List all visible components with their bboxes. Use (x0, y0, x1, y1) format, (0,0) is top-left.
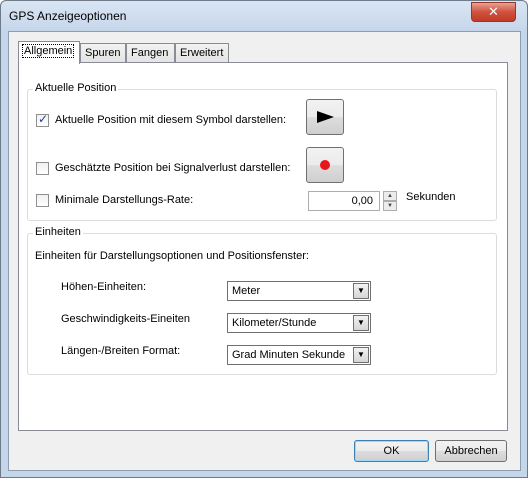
min-rate-input[interactable]: 0,00 ▲ ▼ (308, 191, 397, 211)
chevron-down-icon[interactable]: ▼ (353, 347, 369, 363)
show-symbol-label: Aktuelle Position mit diesem Symbol dars… (55, 114, 287, 126)
speed-units-label: Geschwindigkeits-Eineiten (61, 313, 191, 325)
height-units-label: Höhen-Einheiten: (61, 281, 147, 293)
latlon-format-select[interactable]: Grad Minuten Sekunde ▼ (227, 345, 371, 365)
tab-spuren[interactable]: Spuren (80, 43, 126, 63)
height-units-select[interactable]: Meter ▼ (227, 281, 371, 301)
cancel-button[interactable]: Abbrechen (435, 440, 507, 462)
close-icon: ✕ (488, 4, 499, 19)
spin-up-icon[interactable]: ▲ (383, 191, 397, 201)
min-rate-unit: Sekunden (406, 191, 456, 203)
speed-units-select[interactable]: Kilometer/Stunde ▼ (227, 313, 371, 333)
ok-button[interactable]: OK (354, 440, 429, 462)
speed-units-value: Kilometer/Stunde (232, 317, 317, 329)
latlon-format-label: Längen-/Breiten Format: (61, 345, 181, 357)
estimated-position-checkbox[interactable] (36, 162, 49, 175)
close-button[interactable]: ✕ (471, 2, 516, 22)
estimated-symbol-button[interactable] (306, 147, 344, 183)
group-units: Einheiten Einheiten für Darstellungsopti… (27, 226, 497, 375)
estimated-position-label: Geschätzte Position bei Signalverlust da… (55, 162, 291, 174)
chevron-down-icon[interactable]: ▼ (353, 283, 369, 299)
tab-erweitert[interactable]: Erweitert (175, 43, 229, 63)
group-current-position: Aktuelle Position ✓ Aktuelle Position mi… (27, 82, 497, 221)
min-rate-label: Minimale Darstellungs-Rate: (55, 194, 194, 206)
red-dot-icon (320, 160, 330, 170)
dialog-window: GPS Anzeigeoptionen ✕ Allgemein Spuren F… (0, 0, 528, 478)
tab-panel-allgemein: Aktuelle Position ✓ Aktuelle Position mi… (18, 62, 508, 431)
chevron-down-icon[interactable]: ▼ (353, 315, 369, 331)
checkmark-icon: ✓ (38, 112, 49, 126)
min-rate-value: 0,00 (351, 195, 373, 207)
spin-down-icon[interactable]: ▼ (383, 201, 397, 211)
position-symbol-button[interactable] (306, 99, 344, 135)
min-rate-checkbox[interactable] (36, 194, 49, 207)
show-symbol-checkbox[interactable]: ✓ (36, 112, 49, 127)
group-title-position: Aktuelle Position (33, 82, 119, 94)
tab-fangen[interactable]: Fangen (126, 43, 175, 63)
latlon-format-value: Grad Minuten Sekunde (232, 349, 346, 361)
units-description: Einheiten für Darstellungsoptionen und P… (35, 250, 309, 262)
window-title: GPS Anzeigeoptionen (9, 9, 127, 23)
title-bar[interactable]: GPS Anzeigeoptionen ✕ (1, 1, 527, 31)
group-title-units: Einheiten (33, 226, 83, 238)
height-units-value: Meter (232, 285, 261, 297)
flag-arrow-icon (317, 111, 334, 123)
min-rate-spinner[interactable]: ▲ ▼ (383, 191, 397, 211)
tab-allgemein[interactable]: Allgemein (18, 41, 80, 64)
dialog-client-area: Allgemein Spuren Fangen Erweitert Aktuel… (8, 31, 521, 471)
